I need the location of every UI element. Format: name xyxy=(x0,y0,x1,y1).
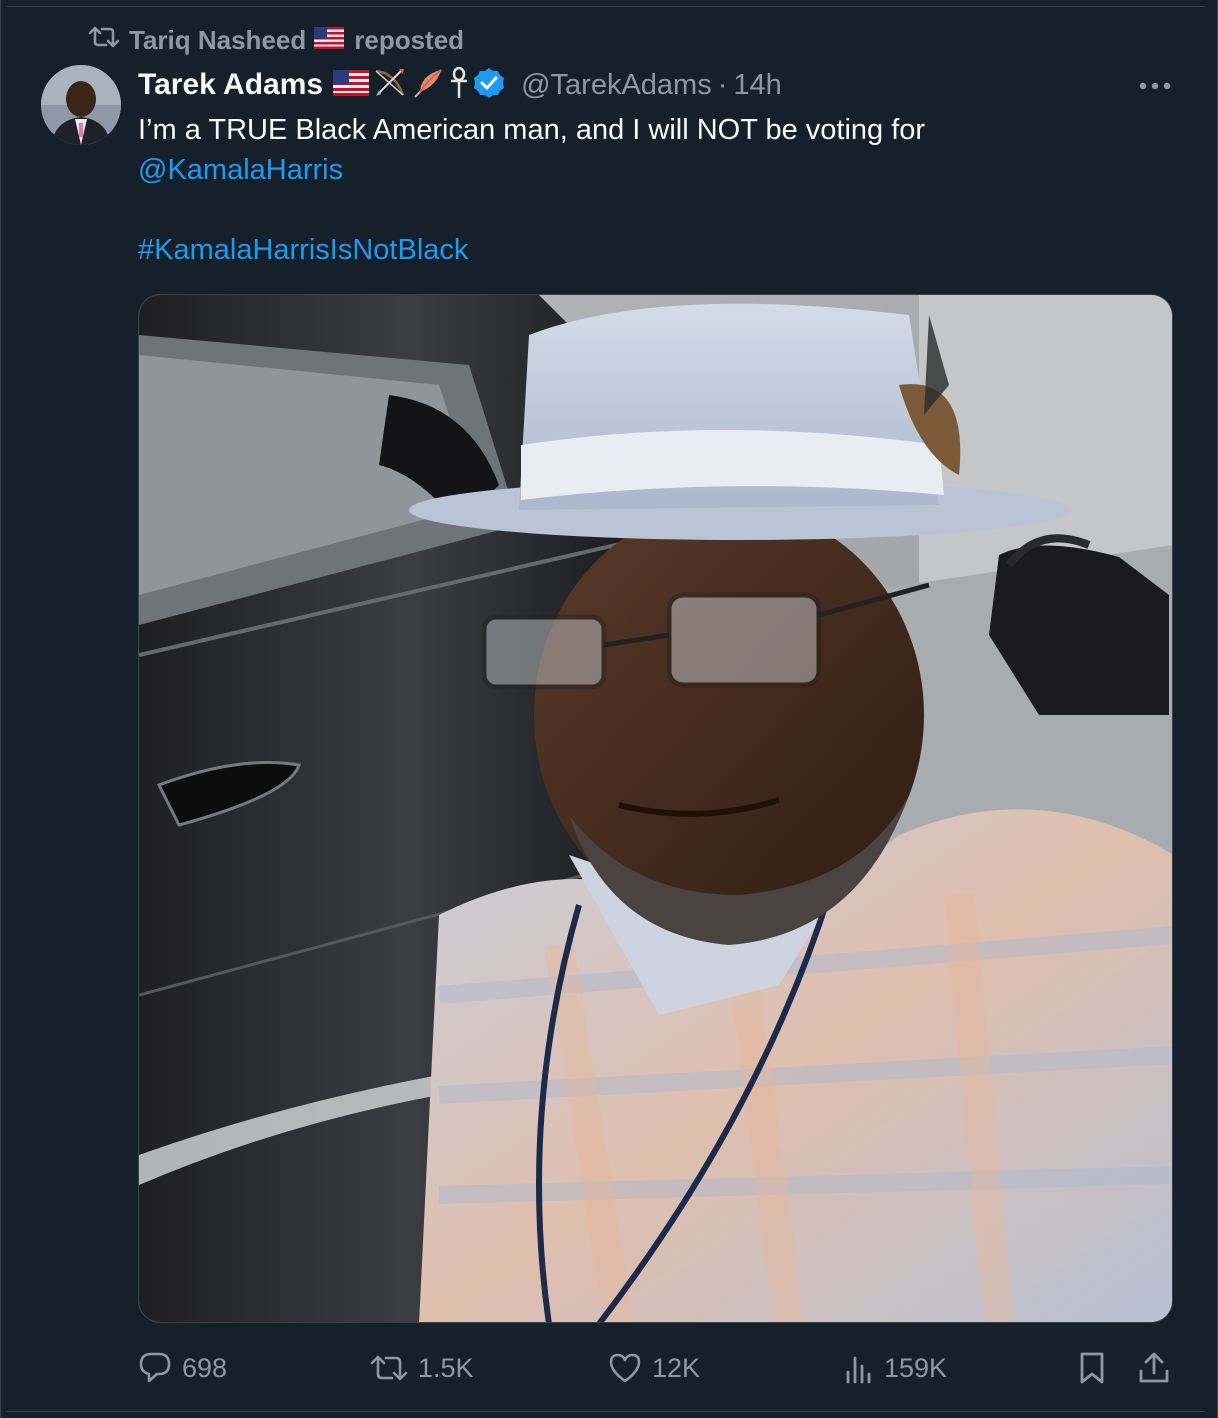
repost-count: 1.5K xyxy=(418,1352,474,1383)
more-icon xyxy=(1139,82,1171,90)
share-button[interactable] xyxy=(1138,1346,1170,1390)
heart-icon xyxy=(609,1353,641,1383)
bookmark-button[interactable] xyxy=(1078,1346,1106,1390)
reposter-name[interactable]: Tariq Nasheed xyxy=(129,25,306,56)
author-handle[interactable]: @TarekAdams xyxy=(521,69,712,102)
us-flag-icon xyxy=(333,69,370,101)
verified-badge-icon[interactable] xyxy=(473,67,505,104)
separator-dot: · xyxy=(717,68,728,101)
name-emojis xyxy=(333,66,505,104)
reply-count: 698 xyxy=(182,1352,228,1383)
views-count: 159K xyxy=(884,1352,948,1383)
reply-button[interactable]: 698 xyxy=(138,1346,227,1390)
top-divider xyxy=(7,6,1205,7)
author-display-name[interactable]: Tarek Adams xyxy=(138,68,323,102)
tweet-photo[interactable] xyxy=(138,294,1173,1323)
like-button[interactable]: 12K xyxy=(608,1346,700,1390)
views-icon xyxy=(846,1356,871,1384)
action-bar: 698 1.5K 12K 159K xyxy=(138,1346,1178,1390)
ankh-icon xyxy=(449,66,469,104)
tweet-text: I’m a TRUE Black American man, and I wil… xyxy=(138,114,926,146)
repost-banner[interactable]: Tariq Nasheed reposted xyxy=(88,24,465,56)
tweet-body: I’m a TRUE Black American man, and I wil… xyxy=(138,110,1168,270)
repost-button[interactable]: 1.5K xyxy=(370,1346,474,1390)
repost-icon xyxy=(370,1355,408,1381)
reply-icon xyxy=(139,1352,171,1383)
share-icon xyxy=(1139,1352,1169,1383)
mention-link[interactable]: @KamalaHarris xyxy=(138,150,343,190)
tweet-frame: Tariq Nasheed reposted Tarek Adams @Tare… xyxy=(0,0,1218,1418)
us-flag-icon xyxy=(314,25,345,56)
feather-icon xyxy=(411,67,445,104)
repost-label: reposted xyxy=(354,24,465,55)
tweet-header: Tarek Adams @TarekAdams · 14h xyxy=(138,66,782,104)
views-button[interactable]: 159K xyxy=(844,1346,947,1390)
like-count: 12K xyxy=(652,1352,701,1383)
bottom-divider xyxy=(7,1411,1205,1412)
repost-icon xyxy=(88,25,120,56)
bow-and-arrow-icon xyxy=(373,67,407,104)
tweet-timestamp[interactable]: 14h xyxy=(733,69,781,102)
more-options-button[interactable] xyxy=(1133,70,1177,102)
bookmark-icon xyxy=(1080,1352,1104,1384)
author-avatar[interactable] xyxy=(41,65,121,145)
hashtag-link[interactable]: #KamalaHarrisIsNotBlack xyxy=(138,230,468,270)
